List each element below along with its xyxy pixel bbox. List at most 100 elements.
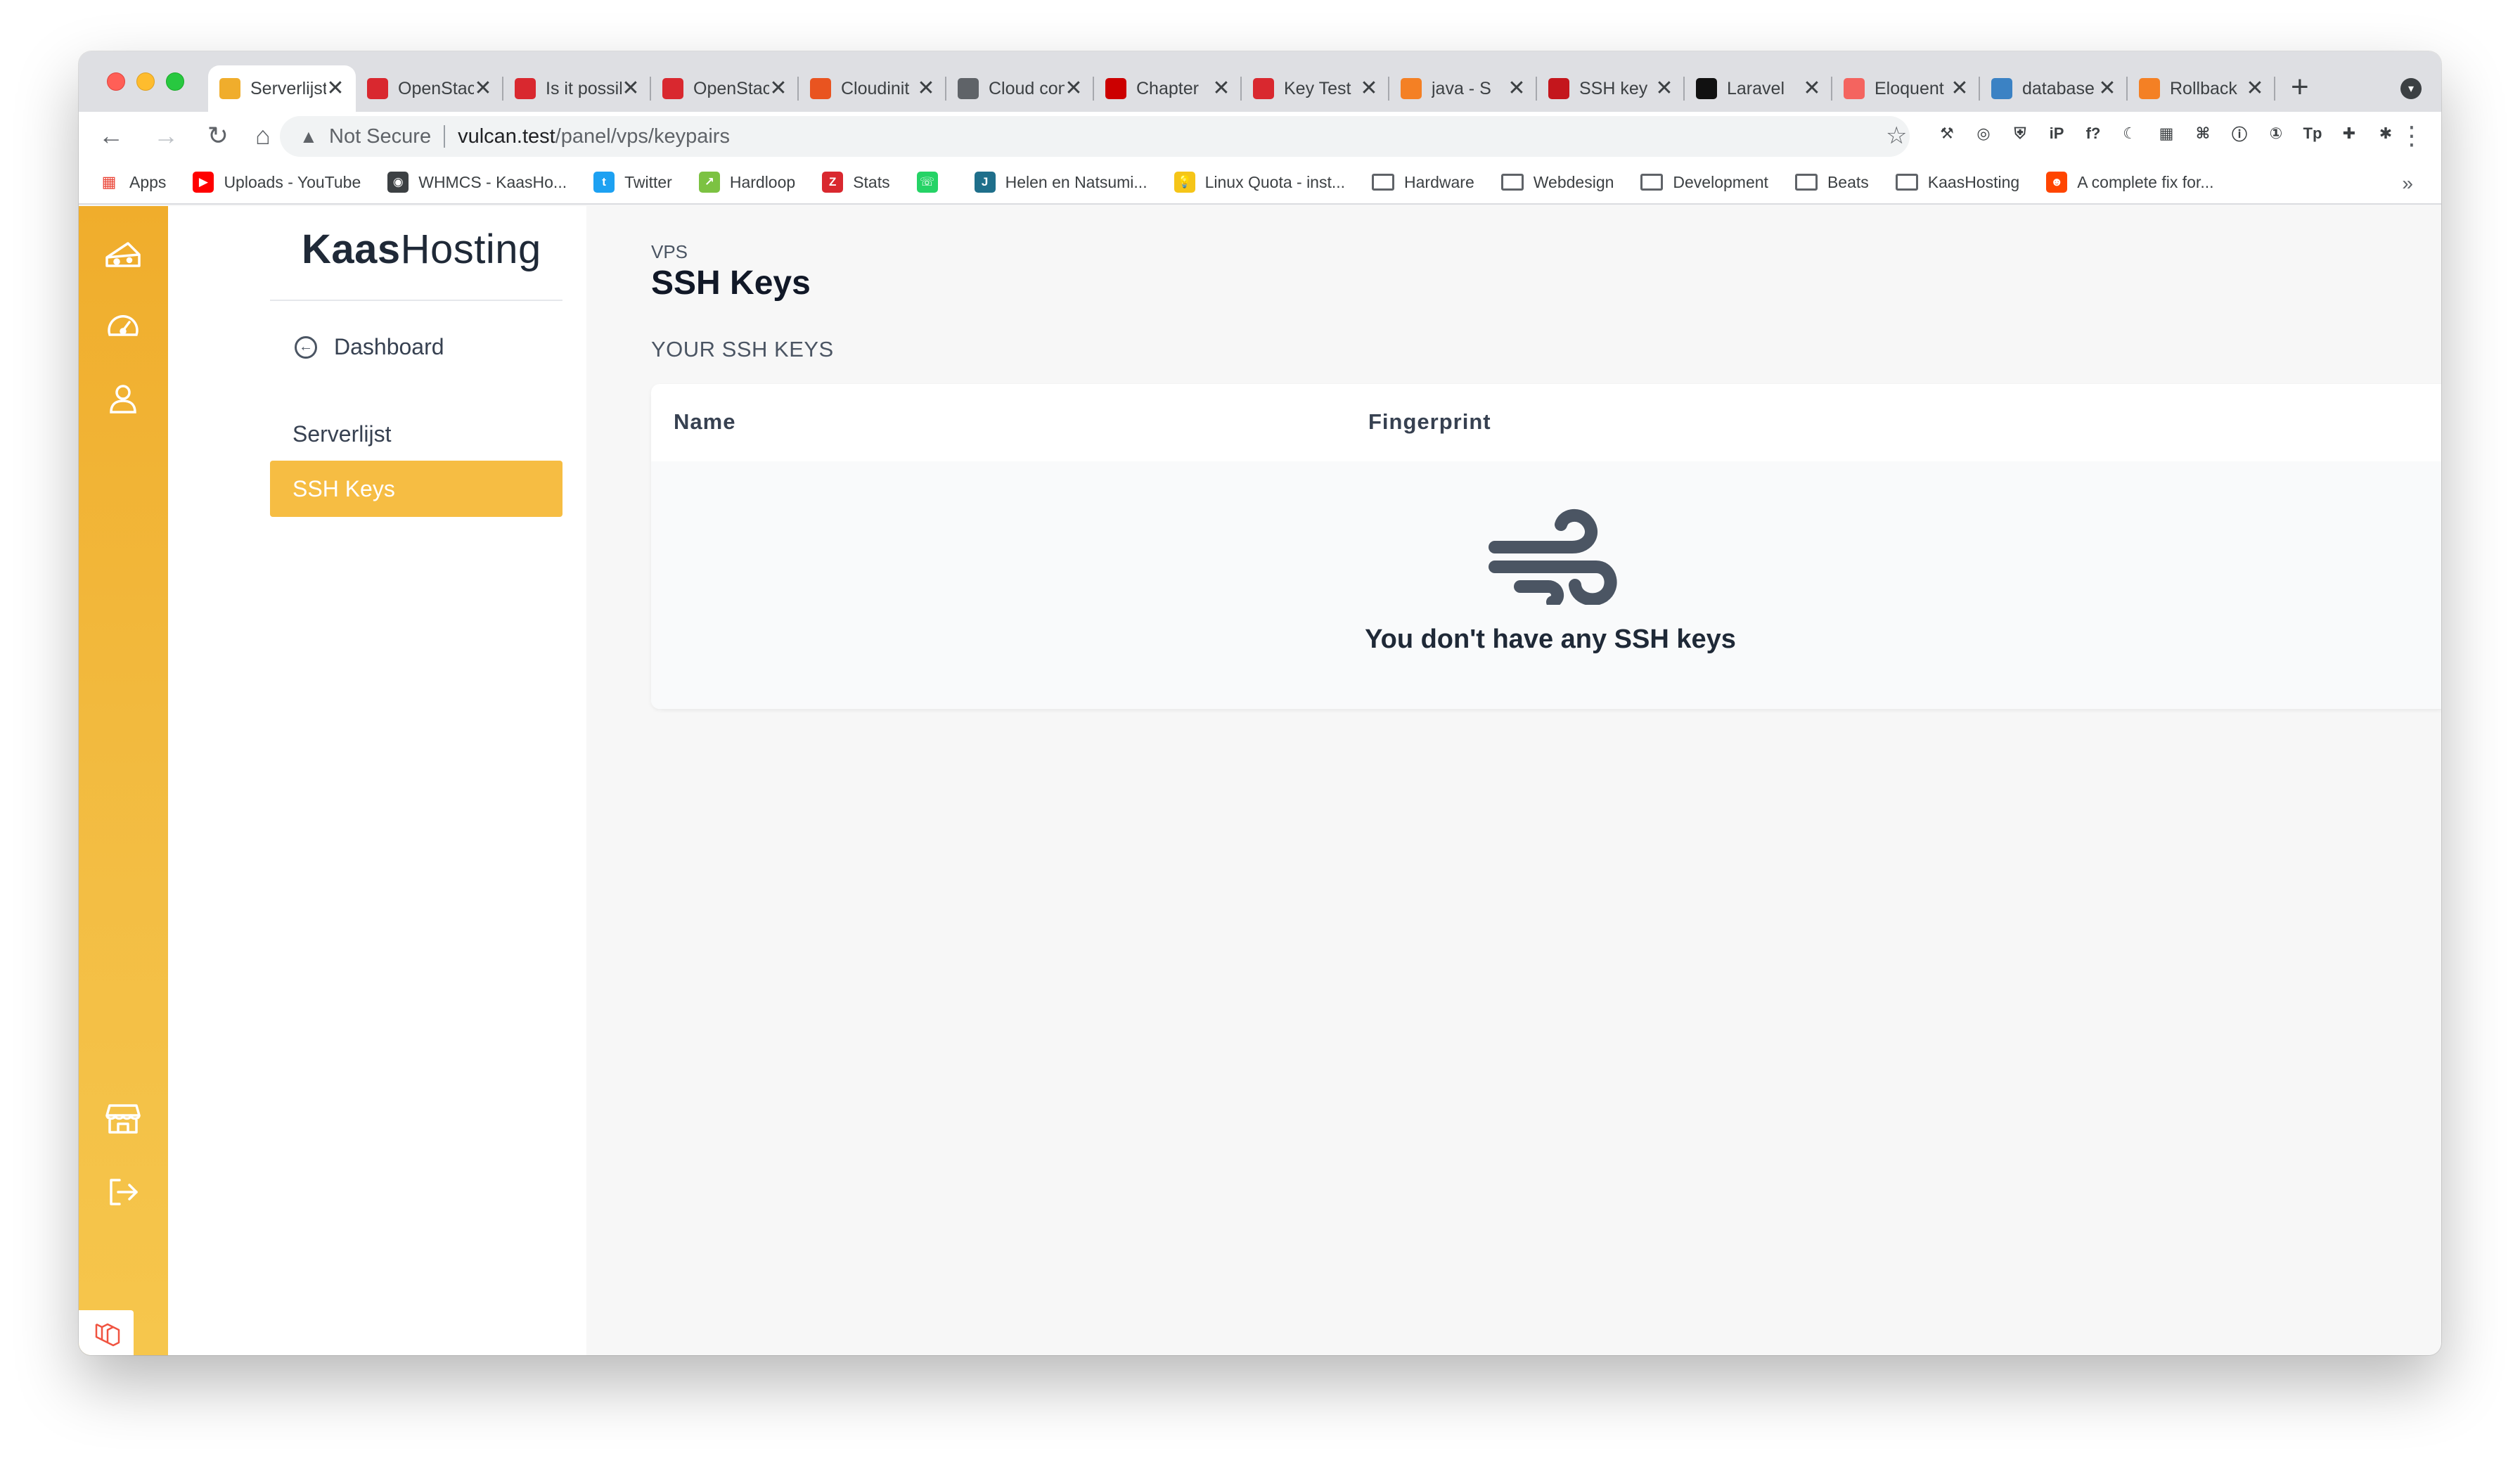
bookmark-label: Webdesign xyxy=(1533,172,1614,191)
bookmark-favicon-icon: ☻ xyxy=(2046,172,2068,193)
bookmark-item[interactable]: ◉ WHMCS - KaasHo... xyxy=(387,172,567,193)
bookmark-item[interactable]: Beats xyxy=(1794,173,1869,192)
bookmark-item[interactable]: ▦ Apps xyxy=(98,172,167,193)
extension-icon[interactable]: ☾ xyxy=(2118,122,2142,146)
browser-tab[interactable]: Laravel ✕ xyxy=(1685,65,1832,112)
new-tab-button[interactable]: + xyxy=(2291,70,2309,105)
bookmark-item[interactable]: ☏ xyxy=(916,172,948,193)
browser-tab[interactable]: Cloudinit ✕ xyxy=(799,65,946,112)
tab-close-icon[interactable]: ✕ xyxy=(2098,78,2116,99)
cheese-logo-icon[interactable] xyxy=(101,233,146,278)
bookmark-item[interactable]: J Helen en Natsumi... xyxy=(974,172,1148,193)
home-button[interactable]: ⌂ xyxy=(245,117,281,154)
tab-close-icon[interactable]: ✕ xyxy=(1508,78,1526,99)
bookmark-label: Uploads - YouTube xyxy=(224,172,361,191)
extension-icon[interactable]: ▦ xyxy=(2154,122,2178,146)
bookmark-item[interactable]: Webdesign xyxy=(1500,172,1614,192)
tab-close-icon[interactable]: ✕ xyxy=(1950,78,1969,99)
browser-tab[interactable]: Chapter ✕ xyxy=(1094,65,1242,112)
breadcrumb: VPS xyxy=(651,241,688,262)
bookmark-item[interactable]: ▶ Uploads - YouTube xyxy=(193,172,361,193)
speedometer-icon[interactable] xyxy=(101,303,146,348)
tab-favicon-icon xyxy=(219,78,240,99)
tab-favicon-icon xyxy=(662,78,683,99)
tab-close-icon[interactable]: ✕ xyxy=(622,78,640,99)
user-icon[interactable] xyxy=(101,376,146,421)
bookmark-star-icon[interactable]: ☆ xyxy=(1886,122,1907,150)
tab-favicon-icon xyxy=(367,78,388,99)
browser-tab[interactable]: Serverlijst ✕ xyxy=(208,65,356,112)
bookmark-item[interactable]: ↗ Hardloop xyxy=(698,172,795,193)
tab-title: database xyxy=(2022,78,2095,98)
bookmark-favicon-icon: ◉ xyxy=(387,172,409,193)
folder-icon xyxy=(1794,174,1818,191)
tab-favicon-icon xyxy=(2139,78,2160,99)
sidebar-divider xyxy=(270,300,562,301)
browser-tab[interactable]: java - S ✕ xyxy=(1389,65,1537,112)
warning-icon: ▲ xyxy=(300,125,318,147)
tab-close-icon[interactable]: ✕ xyxy=(769,78,788,99)
laravel-debugbar-icon[interactable] xyxy=(79,1310,134,1355)
brand-logo[interactable]: KaasHosting xyxy=(302,226,541,273)
extension-icon[interactable]: ⚒ xyxy=(1935,122,1959,146)
extension-icon[interactable]: ⛨ xyxy=(2008,122,2032,146)
logout-icon[interactable] xyxy=(101,1170,146,1215)
bookmarks-overflow-button[interactable]: » xyxy=(2402,172,2413,195)
bookmark-favicon-icon: ↗ xyxy=(698,172,720,193)
browser-tab[interactable]: Rollback ✕ xyxy=(2128,65,2275,112)
browser-tab[interactable]: database ✕ xyxy=(1980,65,2128,112)
bookmark-item[interactable]: Development xyxy=(1640,173,1768,192)
tab-search-icon[interactable]: ▾ xyxy=(2400,78,2422,99)
column-header-name[interactable]: Name xyxy=(674,409,735,435)
tab-close-icon[interactable]: ✕ xyxy=(1803,78,1821,99)
sidebar-dashboard-link[interactable]: ← Dashboard xyxy=(295,334,444,360)
browser-tab[interactable]: Is it possible✕ xyxy=(503,65,651,112)
bookmark-label: Development xyxy=(1673,172,1768,191)
store-icon[interactable] xyxy=(101,1096,146,1141)
forward-button[interactable]: → xyxy=(148,117,184,154)
section-label: YOUR SSH KEYS xyxy=(651,337,834,361)
browser-tab[interactable]: SSH key ✕ xyxy=(1537,65,1685,112)
tab-close-icon[interactable]: ✕ xyxy=(917,78,935,99)
browser-tab[interactable]: Cloud config✕ xyxy=(946,65,1094,112)
browser-tab[interactable]: Eloquent ✕ xyxy=(1832,65,1980,112)
extension-icon[interactable]: ✚ xyxy=(2337,122,2361,146)
tab-close-icon[interactable]: ✕ xyxy=(1360,78,1378,99)
bookmark-item[interactable]: Hardware xyxy=(1372,173,1474,192)
bookmark-item[interactable]: ☻ A complete fix for... xyxy=(2046,172,2214,193)
address-bar[interactable]: ▲ Not Secure vulcan.test /panel/vps/keyp… xyxy=(280,116,1910,157)
extension-icon[interactable]: Tp xyxy=(2301,122,2325,146)
extension-icon[interactable]: ⌘ xyxy=(2191,122,2215,146)
bookmark-item[interactable]: Z Stats xyxy=(822,172,890,193)
browser-window: Serverlijst✕OpenStack✕Is it possible✕Ope… xyxy=(79,51,2441,1355)
reload-button[interactable]: ↻ xyxy=(200,117,236,154)
tab-close-icon[interactable]: ✕ xyxy=(1065,78,1083,99)
tab-favicon-icon xyxy=(1253,78,1274,99)
sidebar-item-ssh-keys[interactable]: SSH Keys xyxy=(270,461,562,517)
bookmark-item[interactable]: KaasHosting xyxy=(1895,173,2019,192)
extension-icon[interactable]: ① xyxy=(2264,122,2288,146)
column-header-fingerprint[interactable]: Fingerprint xyxy=(1368,409,1491,435)
extension-icon[interactable]: f? xyxy=(2081,122,2105,146)
extension-icon[interactable]: ◎ xyxy=(1972,122,1995,146)
browser-menu-icon[interactable]: ⋮ xyxy=(2393,117,2430,154)
close-window-button[interactable] xyxy=(107,72,125,91)
tab-close-icon[interactable]: ✕ xyxy=(1655,78,1673,99)
browser-tab[interactable]: OpenStack✕ xyxy=(651,65,799,112)
tab-title: SSH key xyxy=(1579,78,1648,98)
tab-close-icon[interactable]: ✕ xyxy=(1212,78,1230,99)
tab-close-icon[interactable]: ✕ xyxy=(326,78,345,99)
tab-close-icon[interactable]: ✕ xyxy=(2246,78,2264,99)
browser-tab[interactable]: OpenStack✕ xyxy=(356,65,503,112)
back-button[interactable]: ← xyxy=(93,117,129,154)
bookmark-favicon-icon: ☏ xyxy=(916,172,938,193)
maximize-window-button[interactable] xyxy=(166,72,184,91)
sidebar-item-serverlijst[interactable]: Serverlijst xyxy=(270,406,562,462)
extension-icon[interactable]: iP xyxy=(2045,122,2069,146)
bookmark-item[interactable]: 💡 Linux Quota - inst... xyxy=(1174,172,1345,193)
bookmark-item[interactable]: t Twitter xyxy=(593,172,672,193)
extension-icon[interactable]: ⓘ xyxy=(2228,122,2251,146)
browser-tab[interactable]: Key Test ✕ xyxy=(1242,65,1389,112)
minimize-window-button[interactable] xyxy=(136,72,155,91)
tab-close-icon[interactable]: ✕ xyxy=(474,78,492,99)
